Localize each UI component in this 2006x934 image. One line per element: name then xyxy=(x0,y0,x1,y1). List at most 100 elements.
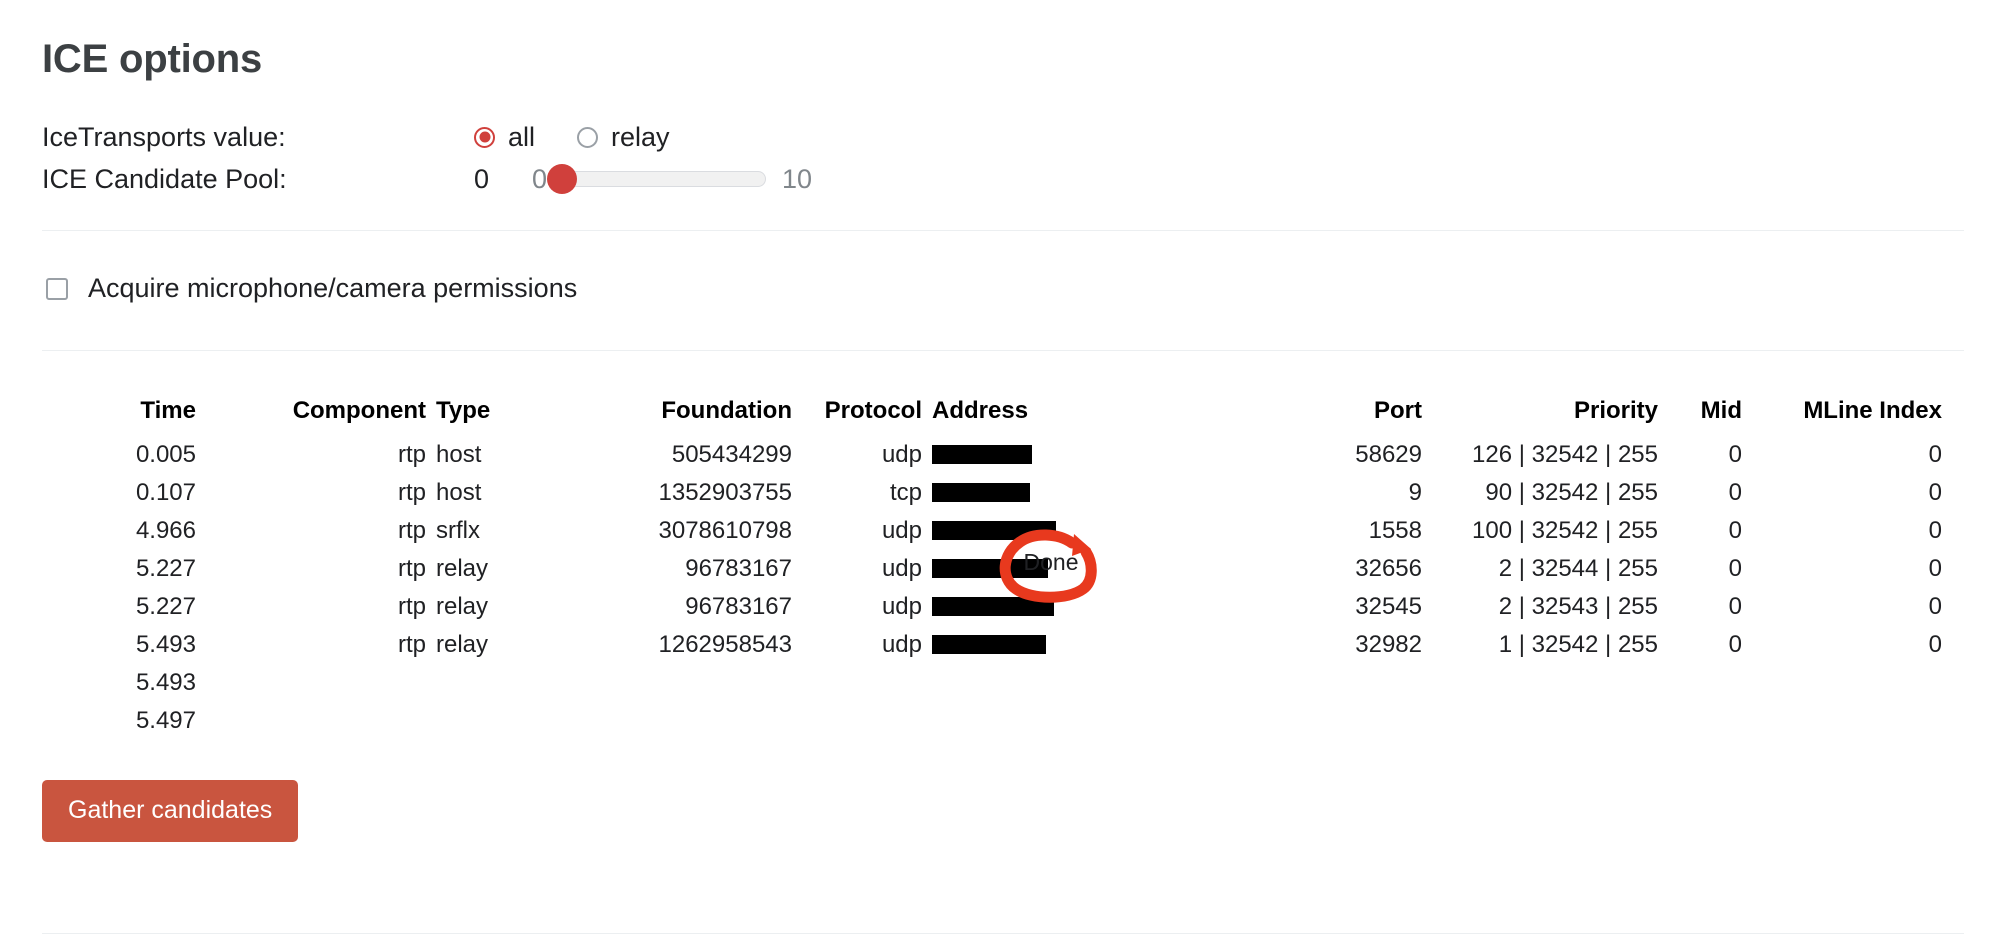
cell-foundation: 3078610798 xyxy=(658,517,792,544)
candidate-pool-value: 0 xyxy=(474,163,490,194)
cell-foundation: 505434299 xyxy=(671,441,792,468)
cell-mid: 0 xyxy=(1728,593,1742,620)
cell-component: rtp xyxy=(397,555,426,582)
radio-option-relay[interactable]: relay xyxy=(577,122,670,153)
cell-foundation: 1352903755 xyxy=(658,479,792,506)
cell-protocol: udp xyxy=(881,555,922,582)
candidate-pool-label: ICE Candidate Pool: xyxy=(42,163,287,194)
ice-options-page: ICE options IceTransports value: all rel… xyxy=(0,0,2006,934)
cell-protocol xyxy=(792,702,922,740)
cell-mline-index: 0 xyxy=(1928,555,1942,582)
radio-relay-icon[interactable] xyxy=(577,126,599,148)
cell-protocol: udp xyxy=(881,517,922,544)
cell-foundation: 96783167 xyxy=(685,555,792,582)
cell-time: 5.227 xyxy=(135,555,196,582)
ice-options-section: IceTransports value: all relay ICE Candi… xyxy=(42,116,1964,200)
slider-thumb[interactable] xyxy=(547,164,578,194)
cell-time: 4.966 xyxy=(135,517,196,544)
cell-priority: 2 | 32543 | 255 xyxy=(1498,593,1658,620)
cell-address xyxy=(922,664,1262,702)
done-annotation: Done xyxy=(999,529,1097,603)
candidate-pool-row: ICE Candidate Pool: 0 0 10 xyxy=(42,158,1964,200)
cell-time: 5.493 xyxy=(135,669,196,696)
cell-priority: 1 | 32542 | 255 xyxy=(1498,631,1658,658)
acquire-permissions-checkbox[interactable] xyxy=(46,277,68,300)
cell-priority: 126 | 32542 | 255 xyxy=(1472,441,1658,468)
radio-option-all[interactable]: all xyxy=(474,122,535,153)
cell-foundation xyxy=(524,664,792,702)
ice-transports-row: IceTransports value: all relay xyxy=(42,116,1964,158)
col-header-mline-index[interactable]: MLine Index xyxy=(1742,397,1942,436)
cell-port: 32656 xyxy=(1355,555,1422,582)
cell-type xyxy=(426,664,524,702)
ice-transports-radio-group[interactable]: all relay xyxy=(474,122,712,153)
cell-priority xyxy=(1422,664,1658,702)
col-header-port[interactable]: Port xyxy=(1262,397,1422,436)
radio-relay-label: relay xyxy=(611,121,670,152)
cell-port: 1558 xyxy=(1368,517,1422,544)
cell-foundation xyxy=(524,702,792,740)
cell-username-fragment xyxy=(1942,664,2006,702)
col-header-username-fragment[interactable]: Username Fragment xyxy=(1942,397,2006,436)
cell-component: rtp xyxy=(397,631,426,658)
cell-time: 5.497 xyxy=(135,707,196,734)
col-header-component[interactable]: Component xyxy=(196,397,426,436)
col-header-priority[interactable]: Priority xyxy=(1422,397,1658,436)
table-row: 5.493 rtp relay 1262958543 udp 32982 1 | 32542… xyxy=(66,626,2006,664)
cell-address xyxy=(922,436,1262,474)
cell-protocol xyxy=(792,664,922,702)
col-header-time[interactable]: Time xyxy=(66,397,196,436)
divider-middle xyxy=(42,350,1964,351)
table-row: 0.005 rtp host 505434299 udp 58629 126 | 32542… xyxy=(66,436,2006,474)
radio-all-icon[interactable] xyxy=(474,126,495,148)
candidate-pool-slider-wrap: 0 10 xyxy=(532,164,812,195)
cell-port xyxy=(1262,702,1422,740)
cell-protocol: tcp xyxy=(889,479,922,506)
col-header-foundation[interactable]: Foundation xyxy=(524,397,792,436)
cell-mline-index: 0 xyxy=(1928,479,1942,506)
cell-time: 5.493 xyxy=(135,631,196,658)
slider-max-label: 10 xyxy=(782,163,813,194)
table-row: 5.497 xyxy=(66,702,2006,740)
col-header-address[interactable]: Address xyxy=(922,397,1262,436)
cell-mline-index: 0 xyxy=(1928,441,1942,468)
cell-mline-index xyxy=(1742,702,1942,740)
cell-priority xyxy=(1422,702,1658,740)
cell-priority: 2 | 32544 | 255 xyxy=(1498,555,1658,582)
cell-mid: 0 xyxy=(1728,441,1742,468)
cell-type: srflx xyxy=(436,517,480,544)
cell-mid: 0 xyxy=(1728,479,1742,506)
cell-address xyxy=(922,702,1262,740)
slider-min-label: 0 xyxy=(532,163,548,194)
cell-mid xyxy=(1658,702,1742,740)
table-row: 5.493 xyxy=(66,664,2006,702)
cell-priority: 100 | 32542 | 255 xyxy=(1472,517,1658,544)
candidate-pool-slider[interactable] xyxy=(547,164,767,194)
cell-time: 5.227 xyxy=(135,593,196,620)
cell-mline-index: 0 xyxy=(1928,593,1942,620)
cell-port xyxy=(1262,664,1422,702)
cell-username-fragment: Rpy0 xyxy=(1942,512,2006,550)
cell-component: rtp xyxy=(397,479,426,506)
cell-component: rtp xyxy=(397,593,426,620)
cell-port: 32982 xyxy=(1355,631,1422,658)
cell-protocol: udp xyxy=(881,441,922,468)
cell-mline-index xyxy=(1742,664,1942,702)
cell-mid xyxy=(1658,664,1742,702)
cell-mline-index: 0 xyxy=(1928,631,1942,658)
cell-time: 0.107 xyxy=(135,479,196,506)
cell-protocol: udp xyxy=(881,593,922,620)
radio-all-label: all xyxy=(508,121,536,152)
cell-username-fragment: Rpy0 xyxy=(1942,436,2006,474)
cell-username-fragment: Rpy0 xyxy=(1942,474,2006,512)
cell-username-fragment: Rpy0 xyxy=(1942,626,2006,664)
col-header-type[interactable]: Type xyxy=(426,397,524,436)
cell-mid: 0 xyxy=(1728,555,1742,582)
acquire-permissions-row[interactable]: Acquire microphone/camera permissions xyxy=(46,273,1964,304)
gather-button-wrap: Gather candidates xyxy=(42,780,1964,842)
col-header-mid[interactable]: Mid xyxy=(1658,397,1742,436)
gather-candidates-button[interactable]: Gather candidates xyxy=(42,780,299,842)
col-header-protocol[interactable]: Protocol xyxy=(792,397,922,436)
cell-priority: 90 | 32542 | 255 xyxy=(1485,479,1658,506)
cell-component: rtp xyxy=(397,517,426,544)
